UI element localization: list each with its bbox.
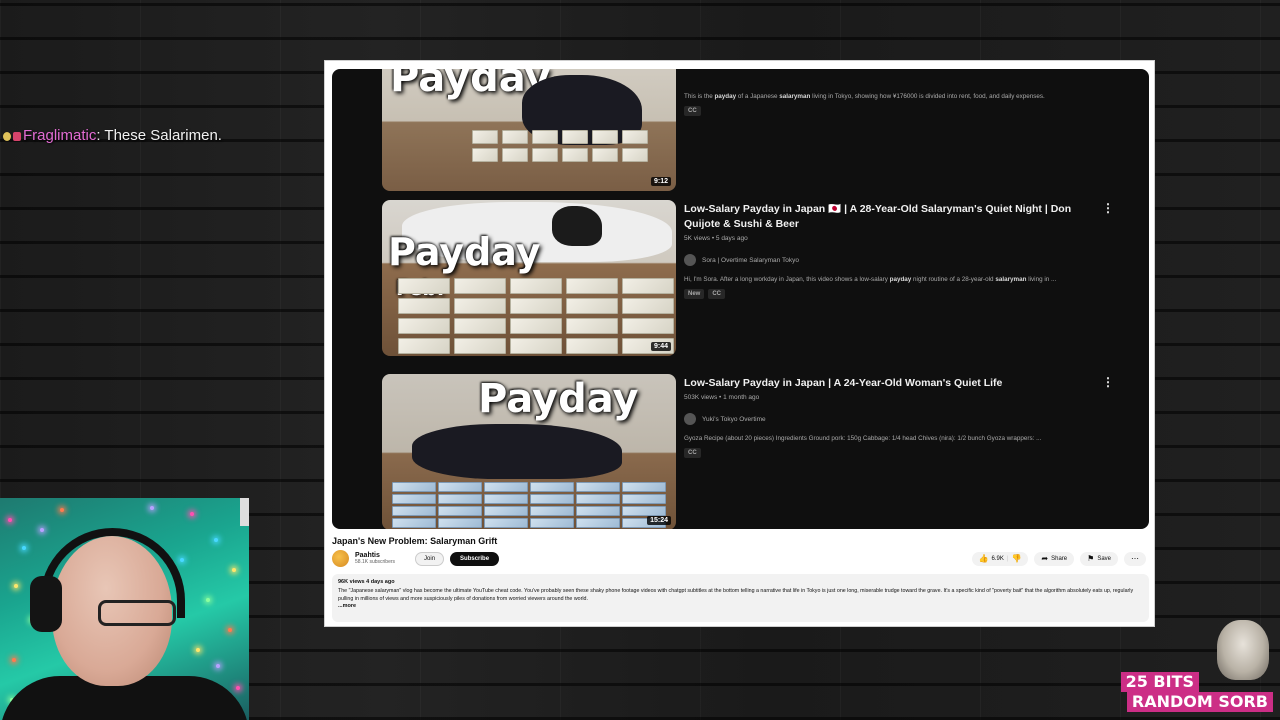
video-channel[interactable]: Yuki's Tokyo Overtime [684,413,1104,425]
video-meta: 5K views • 5 days ago [684,235,748,242]
video-description: Hi, I'm Sora. After a long workday in Ja… [684,276,1057,283]
more-options-icon[interactable]: ⋮ [1102,376,1114,388]
fairy-light [22,546,26,550]
video-title[interactable]: Low-Salary Payday in Japan 🇯🇵 | A 28-Yea… [684,202,1104,232]
cc-badge: CC [708,289,726,299]
fairy-light [60,508,64,512]
fairy-light [216,664,220,668]
chat-badge-icon [3,132,11,141]
description-meta: 96K views 4 days ago [338,579,395,585]
webcam-feed [0,498,249,720]
video-duration: 9:44 [650,342,671,351]
chat-message: Fraglimatic: These Salarimen. [3,125,233,147]
like-dislike-group: 👍 6.9K | 👎 [971,552,1029,566]
subscriber-count: 58.1K subscribers [355,559,396,565]
glasses [98,600,176,626]
more-horizontal-icon: ⋯ [1131,554,1139,563]
action-bar: 👍 6.9K | 👎 ➦ Share ⚑ Save ⋯ [971,552,1146,566]
chat-text: : These Salarimen. [96,127,222,144]
channel-owner: Paahtis 58.1K subscribers Join Subscribe [332,550,500,567]
chat-badge-icon [13,132,21,141]
video-channel[interactable]: Sora | Overtime Salaryman Tokyo [684,254,1104,266]
video-duration: 15:24 [647,516,671,525]
description-text: The "Japanese salaryman" vlog has become… [338,588,1134,602]
subscribe-button[interactable]: Subscribe [450,551,500,566]
fairy-light [196,648,200,652]
share-icon: ➦ [1041,554,1049,563]
video-description: Gyoza Recipe (about 20 pieces) Ingredien… [684,435,1042,442]
fairy-light [40,528,44,532]
fairy-light [14,584,18,588]
fairy-light [214,538,218,542]
channel-avatar [684,413,696,425]
cc-badge: CC [684,448,701,458]
channel-name[interactable]: Paahtis [355,552,395,559]
fairy-light [190,512,194,516]
mic-arm [240,498,249,526]
cat-icon [1217,620,1269,680]
video-thumbnail[interactable]: Payday 9:12 [382,69,676,191]
more-options-icon[interactable]: ⋮ [1102,202,1114,214]
fairy-light [8,518,12,522]
video-description: This is the payday of a Japanese salarym… [684,93,1045,100]
channel-avatar[interactable] [332,550,349,567]
video-player[interactable]: Payday 9:12 This is the payday of a Japa… [332,69,1149,529]
fairy-light [180,558,184,562]
description-more[interactable]: ...more [338,603,1143,609]
youtube-window: Payday 9:12 This is the payday of a Japa… [324,60,1155,627]
fairy-light [232,568,236,572]
save-button[interactable]: ⚑ Save [1080,552,1118,566]
cc-badge: CC [684,106,701,116]
description-box[interactable]: 96K views 4 days ago The "Japanese salar… [332,574,1149,622]
like-count[interactable]: 6.9K [992,556,1004,562]
fairy-light [12,658,16,662]
video-meta: 503K views • 1 month ago [684,394,760,401]
video-thumbnail[interactable]: Payday 15:24 [382,374,676,529]
video-duration: 9:12 [650,177,671,186]
channel-avatar [684,254,696,266]
watch-video-title: Japan's New Problem: Salaryman Grift [332,536,498,546]
bits-alert: 25 BITS RANDOM SORB [1120,620,1273,712]
bookmark-icon: ⚑ [1087,554,1095,563]
alert-bits-amount: 25 BITS [1120,672,1199,692]
more-actions-button[interactable]: ⋯ [1124,552,1146,566]
join-button[interactable]: Join [415,551,445,566]
fairy-light [206,598,210,602]
video-thumbnail[interactable]: Payday Feb. 9:44 [382,200,676,356]
alert-username: RANDOM SORB [1126,692,1273,712]
thumbs-down-icon[interactable]: 👎 [1011,555,1021,563]
video-title[interactable]: Low-Salary Payday in Japan | A 24-Year-O… [684,376,1104,391]
fairy-light [236,686,240,690]
share-button[interactable]: ➦ Share [1034,552,1075,566]
fairy-light [228,628,232,632]
thumbs-up-icon[interactable]: 👍 [979,555,989,563]
fairy-light [150,506,154,510]
new-badge: New [684,289,705,299]
chat-username: Fraglimatic [23,127,97,144]
